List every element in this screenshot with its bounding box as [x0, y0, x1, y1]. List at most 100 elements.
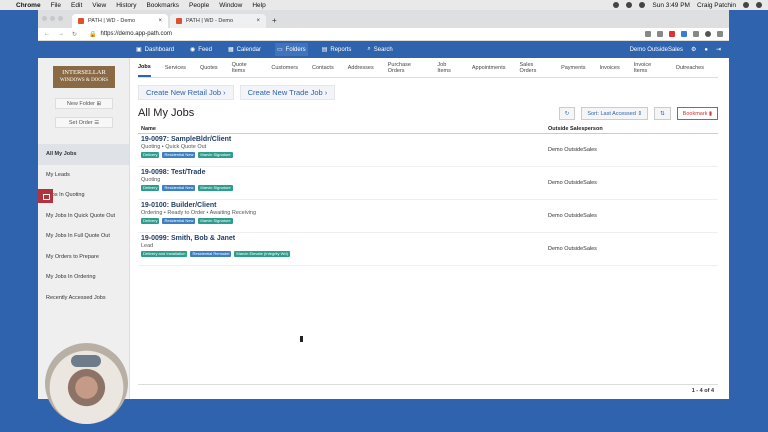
sidebar-item-orders-to-prepare[interactable]: My Orders to Prepare	[38, 247, 129, 268]
menu-bookmarks[interactable]: Bookmarks	[146, 2, 179, 9]
chat-icon[interactable]: ●	[704, 47, 708, 53]
tab-quotes[interactable]: Quotes	[200, 60, 218, 76]
nav-calendar[interactable]: ▦ Calendar	[226, 43, 263, 56]
recording-widget-icon[interactable]	[38, 189, 53, 203]
back-arrow-icon[interactable]: ←	[44, 31, 50, 37]
more-menu-icon[interactable]	[717, 31, 723, 37]
menubar-user[interactable]: Craig Patchin	[697, 2, 736, 9]
company-logo: INTERSELLAR WINDOWS & DOORS	[53, 66, 115, 88]
menu-help[interactable]: Help	[252, 2, 265, 9]
job-title-link[interactable]: 19-0097: SampleBldr/Client	[141, 136, 548, 144]
bookmark-button[interactable]: Bookmark ▮	[676, 106, 718, 120]
refresh-button[interactable]: ↻	[558, 106, 576, 120]
tab-quote-items[interactable]: Quote Items	[232, 57, 258, 79]
sidebar-item-quick-quote-out[interactable]: My Jobs In Quick Quote Out	[38, 206, 129, 227]
forward-arrow-icon[interactable]: →	[58, 31, 64, 37]
create-retail-job-button[interactable]: Create New Retail Job ›	[138, 85, 234, 100]
new-folder-button[interactable]: New Folder ⊞	[55, 98, 113, 109]
star-icon[interactable]	[657, 31, 663, 37]
current-user[interactable]: Demo OutsideSales	[630, 47, 683, 53]
create-trade-label: Create New Trade Job	[247, 88, 323, 97]
menu-list-icon[interactable]	[756, 2, 762, 8]
browser-tab-2[interactable]: PATH | WD - Demo ×	[170, 14, 266, 28]
tab-appointments[interactable]: Appointments	[472, 60, 506, 76]
create-buttons: Create New Retail Job › Create New Trade…	[138, 85, 729, 100]
menu-file[interactable]: File	[51, 2, 61, 9]
sidebar-item-all-my-jobs[interactable]: All My Jobs	[38, 144, 129, 165]
lock-icon[interactable]: 🔒	[89, 31, 96, 38]
sort-dropdown[interactable]: Sort: Last Accessed ⇕	[581, 106, 649, 120]
menu-edit[interactable]: Edit	[71, 2, 82, 9]
report-icon: ▤	[321, 47, 328, 53]
tab-customers[interactable]: Customers	[271, 60, 298, 76]
table-row[interactable]: 19-0099: Smith, Bob & Janet Lead Deliver…	[138, 233, 718, 266]
menu-people[interactable]: People	[189, 2, 209, 9]
tab-job-items[interactable]: Job Items	[437, 57, 457, 79]
nav-folders[interactable]: ▭ Folders	[275, 43, 308, 56]
menu-window[interactable]: Window	[219, 2, 242, 9]
tab-outreaches[interactable]: Outreaches	[676, 60, 704, 76]
extension-icon[interactable]	[669, 31, 675, 37]
job-tags: Delivery Residential New Marvin Signatur…	[141, 185, 548, 191]
create-retail-label: Create New Retail Job	[146, 88, 222, 97]
battery-icon[interactable]	[639, 2, 646, 8]
profile-avatar[interactable]	[705, 31, 711, 37]
table-row[interactable]: 19-0098: Test/Trade Quoting Delivery Res…	[138, 167, 718, 200]
table-row[interactable]: 19-0097: SampleBldr/Client Quoting • Qui…	[138, 134, 718, 167]
browser-tab-1[interactable]: PATH | WD - Demo ×	[72, 14, 168, 28]
tab-invoices[interactable]: Invoices	[600, 60, 620, 76]
tab-purchase-orders[interactable]: Purchase Orders	[388, 57, 424, 79]
extension-icon[interactable]	[693, 31, 699, 37]
gear-icon[interactable]: ⚙	[691, 46, 696, 53]
column-outside-salesperson[interactable]: Outside Salesperson	[548, 125, 718, 133]
close-tab-icon[interactable]: ×	[256, 18, 260, 24]
menu-app-name[interactable]: Chrome	[16, 2, 41, 9]
key-icon[interactable]	[645, 31, 651, 37]
extension-icon[interactable]	[681, 31, 687, 37]
tab-jobs[interactable]: Jobs	[138, 59, 151, 77]
url-field[interactable]: https://demo.app-path.com	[101, 31, 172, 37]
sidebar-item-my-leads[interactable]: My Leads	[38, 165, 129, 186]
nav-dashboard[interactable]: ▣ Dashboard	[134, 43, 176, 56]
logout-icon[interactable]: ⇥	[716, 46, 721, 53]
sub-tabs: Jobs Services Quotes Quote Items Custome…	[138, 58, 718, 78]
close-tab-icon[interactable]: ×	[158, 18, 162, 24]
sort-direction-button[interactable]: ⇅	[654, 106, 671, 120]
siri-icon[interactable]	[743, 2, 749, 8]
tab-contacts[interactable]: Contacts	[312, 60, 334, 76]
menu-history[interactable]: History	[116, 2, 136, 9]
folder-icon: ▭	[277, 47, 283, 53]
minimize-window-button[interactable]	[50, 16, 55, 21]
wifi-icon[interactable]	[626, 2, 633, 8]
tab-services[interactable]: Services	[165, 60, 186, 76]
zoom-window-button[interactable]	[58, 16, 63, 21]
nav-label: Feed	[198, 46, 212, 53]
favicon-icon	[176, 18, 182, 24]
tab-invoice-items[interactable]: Invoice Items	[634, 57, 662, 79]
job-title-link[interactable]: 19-0099: Smith, Bob & Janet	[141, 235, 548, 243]
menu-view[interactable]: View	[92, 2, 106, 9]
tab-payments[interactable]: Payments	[561, 60, 585, 76]
job-title-link[interactable]: 19-0098: Test/Trade	[141, 169, 548, 177]
sidebar-item-recently-accessed[interactable]: Recently Accessed Jobs	[38, 288, 129, 309]
sidebar-item-full-quote-out[interactable]: My Jobs In Full Quote Out	[38, 226, 129, 247]
status-icon[interactable]	[613, 2, 620, 8]
new-tab-icon[interactable]: +	[272, 16, 277, 25]
app-top-nav: ▣ Dashboard ◉ Feed ▦ Calendar ▭ Folders ▤ Rep…	[38, 41, 729, 58]
column-name[interactable]: Name	[141, 125, 156, 133]
tab-addresses[interactable]: Addresses	[348, 60, 374, 76]
table-row[interactable]: 19-0100: Builder/Client Ordering • Ready…	[138, 200, 718, 233]
reload-icon[interactable]: ↻	[72, 31, 77, 38]
tab-sales-orders[interactable]: Sales Orders	[520, 57, 548, 79]
chevron-right-icon: ›	[223, 88, 226, 97]
bookmark-icon: ▮	[708, 110, 712, 117]
set-order-button[interactable]: Set Order ☰	[55, 117, 113, 128]
job-title-link[interactable]: 19-0100: Builder/Client	[141, 202, 548, 210]
menubar-clock[interactable]: Sun 3:49 PM	[652, 2, 690, 9]
nav-reports[interactable]: ▤ Reports	[320, 43, 354, 56]
nav-search[interactable]: ⌕ Search	[365, 43, 394, 56]
nav-feed[interactable]: ◉ Feed	[188, 43, 214, 56]
create-trade-job-button[interactable]: Create New Trade Job ›	[239, 85, 336, 100]
close-window-button[interactable]	[42, 16, 47, 21]
sidebar-item-jobs-in-ordering[interactable]: My Jobs In Ordering	[38, 267, 129, 288]
